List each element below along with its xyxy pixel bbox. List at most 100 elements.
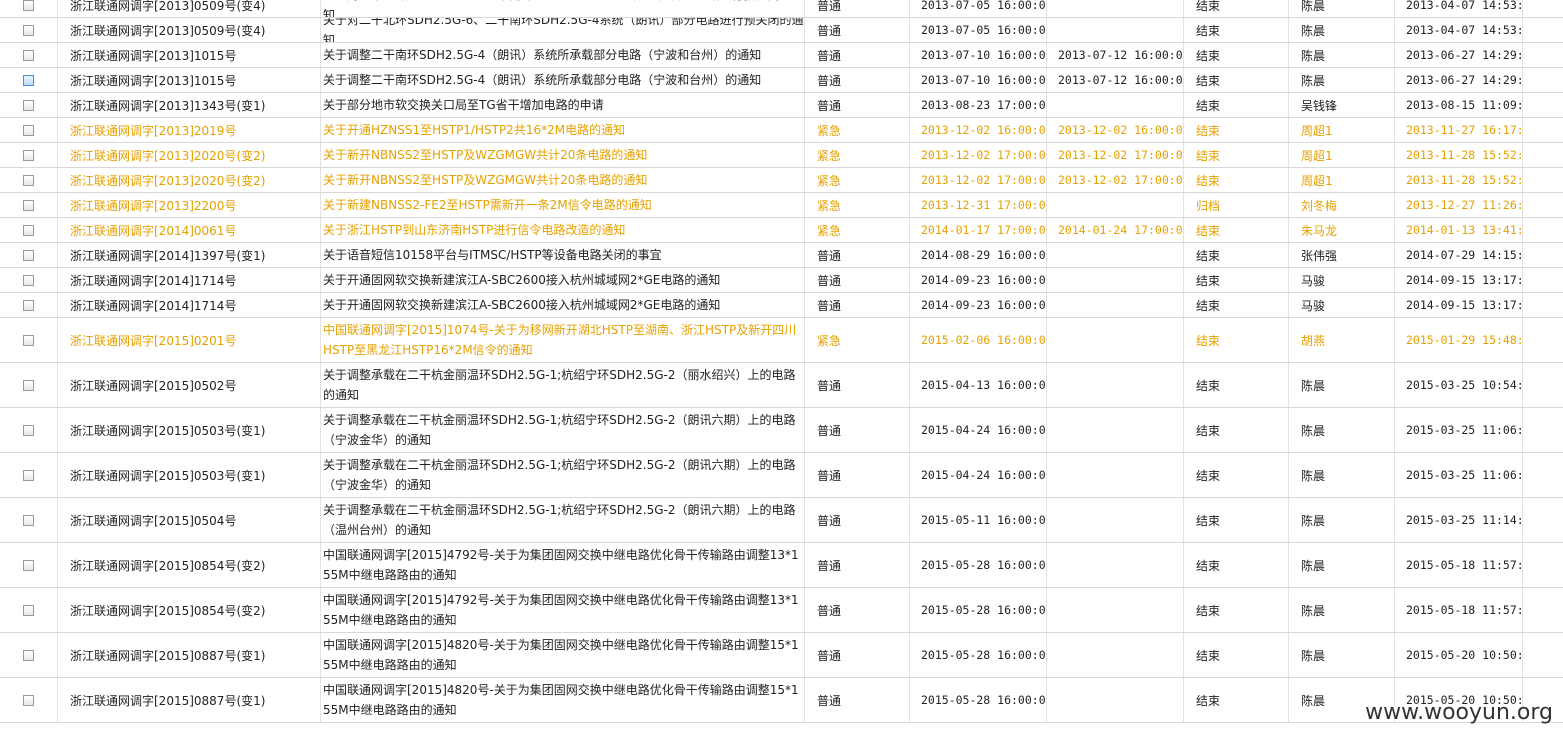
- doc-title-link-text[interactable]: 关于调整二干南环SDH2.5G-4（朗讯）系统所承载部分电路（宁波和台州）的通知: [323, 70, 804, 90]
- doc-number-link[interactable]: 浙江联通网调字[2015]0504号: [58, 498, 321, 542]
- checkbox[interactable]: [23, 694, 34, 706]
- checkbox[interactable]: [23, 424, 34, 436]
- table-row[interactable]: 浙江联通网调字[2013]1015号 关于调整二干南环SDH2.5G-4（朗讯）系…: [0, 68, 1563, 93]
- doc-number-link[interactable]: 浙江联通网调字[2015]0887号(变1): [58, 678, 321, 722]
- doc-title-link-text[interactable]: 中国联通网调字[2015]4820号-关于为集团固网交换中继电路优化骨干传输路由…: [323, 680, 804, 720]
- doc-number-link-text[interactable]: 浙江联通网调字[2015]0504号: [70, 512, 236, 529]
- doc-number-link-text[interactable]: 浙江联通网调字[2013]2200号: [70, 197, 236, 214]
- doc-number-link[interactable]: 浙江联通网调字[2015]0503号(变1): [58, 453, 321, 497]
- doc-title-link[interactable]: 关于新建NBNSS2-FE2至HSTP需新开一条2M信令电路的通知: [321, 193, 805, 217]
- row-checkbox[interactable]: [0, 588, 58, 632]
- doc-title-link-text[interactable]: 关于新开NBNSS2至HSTP及WZGMGW共计20条电路的通知: [323, 170, 804, 190]
- doc-title-link-text[interactable]: 关于开通HZNSS1至HSTP1/HSTP2共16*2M电路的通知: [323, 120, 804, 140]
- doc-number-link[interactable]: 浙江联通网调字[2013]0509号(变4): [58, 0, 321, 17]
- doc-title-link-text[interactable]: 关于开通固网软交换新建滨江A-SBC2600接入杭州城域网2*GE电路的通知: [323, 295, 804, 315]
- doc-title-link-text[interactable]: 中国联通网调字[2015]4792号-关于为集团固网交换中继电路优化骨干传输路由…: [323, 590, 804, 630]
- doc-number-link[interactable]: 浙江联通网调字[2013]2020号(变2): [58, 168, 321, 192]
- doc-title-link[interactable]: 中国联通网调字[2015]1074号-关于为移网新开湖北HSTP至湖南、浙江HS…: [321, 318, 805, 362]
- row-checkbox[interactable]: [0, 218, 58, 242]
- doc-title-link[interactable]: 关于调整承载在二干杭金丽温环SDH2.5G-1;杭绍宁环SDH2.5G-2（朗讯…: [321, 453, 805, 497]
- doc-title-link-text[interactable]: 关于部分地市软交换关口局至TG省干增加电路的申请: [323, 95, 804, 115]
- doc-title-link[interactable]: 中国联通网调字[2015]4820号-关于为集团固网交换中继电路优化骨干传输路由…: [321, 633, 805, 677]
- doc-number-link[interactable]: 浙江联通网调字[2013]2200号: [58, 193, 321, 217]
- table-row[interactable]: 浙江联通网调字[2015]0503号(变1) 关于调整承载在二干杭金丽温环SDH2…: [0, 408, 1563, 453]
- doc-number-link[interactable]: 浙江联通网调字[2015]0502号: [58, 363, 321, 407]
- doc-title-link[interactable]: 中国联通网调字[2015]4820号-关于为集团固网交换中继电路优化骨干传输路由…: [321, 678, 805, 722]
- table-row[interactable]: 浙江联通网调字[2015]0854号(变2) 中国联通网调字[2015]4792号…: [0, 543, 1563, 588]
- row-checkbox[interactable]: [0, 68, 58, 92]
- row-checkbox[interactable]: [0, 293, 58, 317]
- doc-title-link[interactable]: 关于调整二干南环SDH2.5G-4（朗讯）系统所承载部分电路（宁波和台州）的通知: [321, 43, 805, 67]
- doc-title-link-text[interactable]: 中国联通网调字[2015]4820号-关于为集团固网交换中继电路优化骨干传输路由…: [323, 635, 804, 675]
- row-checkbox[interactable]: [0, 243, 58, 267]
- row-checkbox[interactable]: [0, 143, 58, 167]
- checkbox[interactable]: [23, 299, 34, 311]
- doc-number-link-text[interactable]: 浙江联通网调字[2014]1714号: [70, 297, 236, 314]
- doc-title-link[interactable]: 关于调整承载在二干杭金丽温环SDH2.5G-1;杭绍宁环SDH2.5G-2（丽水…: [321, 363, 805, 407]
- doc-number-link[interactable]: 浙江联通网调字[2014]1397号(变1): [58, 243, 321, 267]
- doc-number-link[interactable]: 浙江联通网调字[2015]0854号(变2): [58, 588, 321, 632]
- doc-number-link-text[interactable]: 浙江联通网调字[2013]1015号: [70, 47, 236, 64]
- checkbox[interactable]: [23, 199, 34, 211]
- doc-number-link[interactable]: 浙江联通网调字[2015]0503号(变1): [58, 408, 321, 452]
- doc-number-link-text[interactable]: 浙江联通网调字[2014]0061号: [70, 222, 236, 239]
- checkbox[interactable]: [23, 0, 34, 11]
- table-row[interactable]: 浙江联通网调字[2014]1714号 关于开通固网软交换新建滨江A-SBC2600…: [0, 268, 1563, 293]
- doc-title-link[interactable]: 关于开通HZNSS1至HSTP1/HSTP2共16*2M电路的通知: [321, 118, 805, 142]
- table-row[interactable]: 浙江联通网调字[2015]0201号 中国联通网调字[2015]1074号-关于为…: [0, 318, 1563, 363]
- row-checkbox[interactable]: [0, 543, 58, 587]
- checkbox[interactable]: [23, 174, 34, 186]
- table-row[interactable]: 浙江联通网调字[2014]1397号(变1) 关于语音短信10158平台与ITMS…: [0, 243, 1563, 268]
- checkbox[interactable]: [23, 249, 34, 261]
- doc-title-link[interactable]: 关于对二干北环SDH2.5G-6、二干南环SDH2.5G-4系统（朗讯）部分电路…: [321, 18, 805, 42]
- checkbox[interactable]: [23, 469, 34, 481]
- doc-title-link-text[interactable]: 关于语音短信10158平台与ITMSC/HSTP等设备电路关闭的事宜: [323, 245, 804, 265]
- checkbox[interactable]: [23, 49, 34, 61]
- row-checkbox[interactable]: [0, 168, 58, 192]
- doc-title-link-text[interactable]: 关于调整承载在二干杭金丽温环SDH2.5G-1;杭绍宁环SDH2.5G-2（朗讯…: [323, 500, 804, 540]
- doc-number-link[interactable]: 浙江联通网调字[2013]1015号: [58, 68, 321, 92]
- doc-title-link-text[interactable]: 关于调整承载在二干杭金丽温环SDH2.5G-1;杭绍宁环SDH2.5G-2（丽水…: [323, 365, 804, 405]
- row-checkbox[interactable]: [0, 43, 58, 67]
- doc-number-link[interactable]: 浙江联通网调字[2013]2019号: [58, 118, 321, 142]
- doc-number-link[interactable]: 浙江联通网调字[2014]0061号: [58, 218, 321, 242]
- row-checkbox[interactable]: [0, 93, 58, 117]
- doc-number-link-text[interactable]: 浙江联通网调字[2013]0509号(变4): [70, 0, 265, 14]
- doc-title-link-text[interactable]: 关于浙江HSTP到山东济南HSTP进行信令电路改造的通知: [323, 220, 804, 240]
- row-checkbox[interactable]: [0, 678, 58, 722]
- doc-number-link-text[interactable]: 浙江联通网调字[2015]0887号(变1): [70, 647, 265, 664]
- doc-title-link[interactable]: 关于对二干北环SDH2.5G-6、二干南环SDH2.5G-4系统（朗讯）部分电路…: [321, 0, 805, 17]
- checkbox[interactable]: [23, 224, 34, 236]
- row-checkbox[interactable]: [0, 118, 58, 142]
- doc-number-link[interactable]: 浙江联通网调字[2013]1015号: [58, 43, 321, 67]
- table-row[interactable]: 浙江联通网调字[2015]0854号(变2) 中国联通网调字[2015]4792号…: [0, 588, 1563, 633]
- doc-title-link-text[interactable]: 中国联通网调字[2015]4792号-关于为集团固网交换中继电路优化骨干传输路由…: [323, 545, 804, 585]
- table-row[interactable]: 浙江联通网调字[2015]0887号(变1) 中国联通网调字[2015]4820号…: [0, 633, 1563, 678]
- doc-number-link-text[interactable]: 浙江联通网调字[2013]1343号(变1): [70, 97, 265, 114]
- doc-number-link-text[interactable]: 浙江联通网调字[2013]2020号(变2): [70, 172, 265, 189]
- table-row[interactable]: 浙江联通网调字[2013]0509号(变4) 关于对二干北环SDH2.5G-6、二…: [0, 0, 1563, 18]
- doc-number-link[interactable]: 浙江联通网调字[2015]0201号: [58, 318, 321, 362]
- doc-number-link-text[interactable]: 浙江联通网调字[2014]1714号: [70, 272, 236, 289]
- table-row[interactable]: 浙江联通网调字[2013]2019号 关于开通HZNSS1至HSTP1/HSTP2…: [0, 118, 1563, 143]
- doc-title-link-text[interactable]: 关于调整承载在二干杭金丽温环SDH2.5G-1;杭绍宁环SDH2.5G-2（朗讯…: [323, 455, 804, 495]
- row-checkbox[interactable]: [0, 633, 58, 677]
- doc-number-link-text[interactable]: 浙江联通网调字[2014]1397号(变1): [70, 247, 265, 264]
- doc-number-link-text[interactable]: 浙江联通网调字[2015]0502号: [70, 377, 236, 394]
- doc-title-link[interactable]: 中国联通网调字[2015]4792号-关于为集团固网交换中继电路优化骨干传输路由…: [321, 543, 805, 587]
- checkbox[interactable]: [23, 24, 34, 36]
- row-checkbox[interactable]: [0, 268, 58, 292]
- doc-number-link[interactable]: 浙江联通网调字[2013]2020号(变2): [58, 143, 321, 167]
- doc-number-link[interactable]: 浙江联通网调字[2014]1714号: [58, 268, 321, 292]
- table-row[interactable]: 浙江联通网调字[2013]2200号 关于新建NBNSS2-FE2至HSTP需新开…: [0, 193, 1563, 218]
- table-row[interactable]: 浙江联通网调字[2015]0503号(变1) 关于调整承载在二干杭金丽温环SDH2…: [0, 453, 1563, 498]
- row-checkbox[interactable]: [0, 0, 58, 17]
- checkbox[interactable]: [23, 99, 34, 111]
- doc-title-link[interactable]: 关于浙江HSTP到山东济南HSTP进行信令电路改造的通知: [321, 218, 805, 242]
- checkbox[interactable]: [23, 559, 34, 571]
- row-checkbox[interactable]: [0, 453, 58, 497]
- table-row[interactable]: 浙江联通网调字[2013]0509号(变4) 关于对二干北环SDH2.5G-6、二…: [0, 18, 1563, 43]
- doc-number-link[interactable]: 浙江联通网调字[2015]0854号(变2): [58, 543, 321, 587]
- table-row[interactable]: 浙江联通网调字[2013]1343号(变1) 关于部分地市软交换关口局至TG省干增…: [0, 93, 1563, 118]
- doc-number-link-text[interactable]: 浙江联通网调字[2013]0509号(变4): [70, 22, 265, 39]
